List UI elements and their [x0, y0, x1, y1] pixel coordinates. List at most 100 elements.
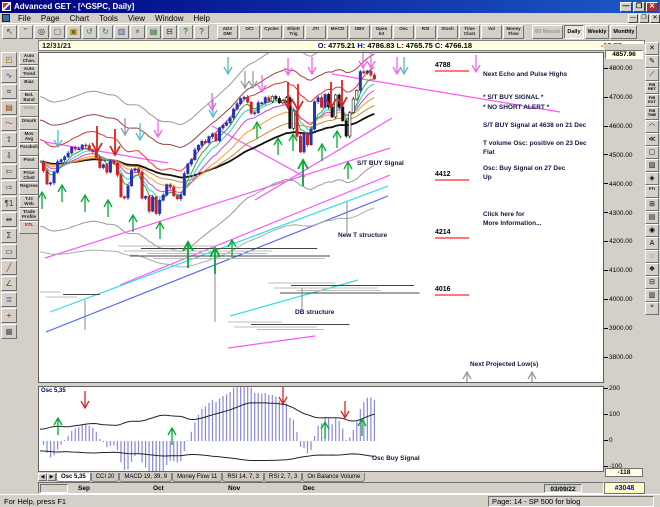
diamond-icon[interactable]: ◈: [645, 172, 659, 185]
oscillator-panel[interactable]: Osc 5,35: [38, 386, 604, 472]
study-button-time-clust[interactable]: Time Clust: [459, 25, 480, 39]
price-axis[interactable]: 4857.96 4800.00 4700.00 4600.00 4500.00 4400…: [604, 44, 645, 494]
fan-lines-icon[interactable]: ≪: [645, 133, 659, 146]
open-chart-icon[interactable]: ◰: [1, 52, 17, 67]
menu-view[interactable]: View: [123, 14, 150, 23]
paste-icon[interactable]: ▤: [146, 25, 161, 39]
ruler-icon[interactable]: ▤: [1, 100, 17, 115]
gann-fan-icon[interactable]: ◠: [645, 120, 659, 133]
tab-cci-20[interactable]: CCI 20: [90, 473, 120, 482]
child-restore-button[interactable]: ❐: [639, 13, 649, 23]
pti-icon[interactable]: PTI: [645, 185, 659, 198]
help-icon[interactable]: ?: [178, 25, 193, 39]
timeframe-60-minute[interactable]: 60 Minute: [532, 25, 564, 39]
timeframe-weekly[interactable]: Weekly: [584, 25, 610, 39]
arrow-down-icon[interactable]: ⇩: [1, 148, 17, 163]
tab-scroll-right[interactable]: ▶: [47, 473, 56, 481]
context-help-icon[interactable]: ?: [194, 25, 209, 39]
fib-time-icon[interactable]: FIB TME: [645, 107, 659, 120]
left-study-trade-profile[interactable]: Trade Profile: [19, 208, 39, 221]
left-study-pivot[interactable]: Pivot: [19, 156, 39, 169]
profile-icon[interactable]: ▤: [645, 211, 659, 224]
tab-osc-5-35[interactable]: Osc 5,35: [56, 473, 91, 482]
fib-time-icon[interactable]: ≣: [1, 292, 17, 307]
child-close-button[interactable]: ✕: [650, 13, 660, 23]
left-study-bias[interactable]: Bias: [19, 78, 39, 91]
study-button-rsi[interactable]: RSI: [415, 25, 436, 39]
timeframe-daily[interactable]: Daily: [564, 25, 584, 39]
minimize-button[interactable]: —: [620, 1, 632, 12]
child-minimize-button[interactable]: —: [628, 13, 638, 23]
close-button[interactable]: ✕: [646, 1, 658, 12]
close-study-icon[interactable]: ✕: [645, 42, 659, 55]
restore-button[interactable]: ❐: [633, 1, 645, 12]
new-page-icon[interactable]: ▢: [50, 25, 65, 39]
trendline-icon[interactable]: ⟋: [645, 68, 659, 81]
rectangle-icon[interactable]: ▢: [645, 146, 659, 159]
study-button-macd[interactable]: MACD: [327, 25, 348, 39]
copy-icon[interactable]: ▥: [114, 25, 129, 39]
arrow-up-icon[interactable]: ⇧: [1, 132, 17, 147]
menu-page[interactable]: Page: [36, 14, 65, 23]
study-button-osc[interactable]: Osc: [393, 25, 414, 39]
wave-tool-icon[interactable]: ∿: [1, 68, 17, 83]
prev-chart-icon[interactable]: ↺: [82, 25, 97, 39]
study-button-open-int[interactable]: Open Int: [371, 25, 392, 39]
left-study-auto-chan-[interactable]: Auto Chan.: [19, 52, 39, 65]
study-button-elliott-trig[interactable]: Elliott Trig: [283, 25, 304, 39]
study-button-money-flow[interactable]: Money Flow: [503, 25, 524, 39]
fib-extension-icon[interactable]: FIB EXT: [645, 94, 659, 107]
quick-study-icon[interactable]: ⌗: [1, 84, 17, 99]
zoom-icon[interactable]: ◎: [34, 25, 49, 39]
study-button-vol[interactable]: Vol: [481, 25, 502, 39]
paint-icon[interactable]: ❖: [645, 263, 659, 276]
print-icon[interactable]: ⊟: [162, 25, 177, 39]
tab-on-balance-volume[interactable]: On Balance Volume: [302, 473, 366, 482]
rectangle-icon[interactable]: ▭: [1, 244, 17, 259]
mob-icon[interactable]: ▨: [645, 159, 659, 172]
left-study-mov-avg[interactable]: Mov Avg: [19, 130, 39, 143]
left-study-regression[interactable]: Regression: [19, 182, 39, 195]
study-button-cycles[interactable]: Cycles: [261, 25, 282, 39]
study-button-stoch[interactable]: Stoch: [437, 25, 458, 39]
gann-icon[interactable]: ∠: [1, 276, 17, 291]
study-button-adx-dmi[interactable]: ADX DMI: [217, 25, 238, 39]
study-button-jti[interactable]: JTI: [305, 25, 326, 39]
expand-icon[interactable]: ⇹: [1, 212, 17, 227]
quote-page-icon[interactable]: ”: [18, 25, 33, 39]
left-study-delta[interactable]: Delta: [19, 104, 39, 117]
left-study-dmark[interactable]: Dmark: [19, 117, 39, 130]
crosshair-icon[interactable]: +: [1, 308, 17, 323]
pencil-icon[interactable]: ✎: [645, 55, 659, 68]
study-button-oci[interactable]: OCI: [239, 25, 260, 39]
chart-zoom-icon[interactable]: ◉: [645, 224, 659, 237]
menu-tools[interactable]: Tools: [94, 14, 123, 23]
menu-file[interactable]: File: [13, 14, 36, 23]
u-study-icon[interactable]: U: [645, 302, 659, 315]
lines-icon[interactable]: ╱: [1, 260, 17, 275]
tab-rsi-2-7-3[interactable]: RSI 2, 7, 3: [264, 473, 303, 482]
page-lock-icon[interactable]: ▣: [66, 25, 81, 39]
pages-icon[interactable]: ▥: [645, 289, 659, 302]
tab-money-flow-11[interactable]: Money Flow 11: [172, 473, 223, 482]
timeframe-monthly[interactable]: Monthly: [610, 25, 638, 39]
menu-help[interactable]: Help: [188, 14, 214, 23]
text-tool-icon[interactable]: A: [645, 237, 659, 250]
tab-scroll-left[interactable]: ◀: [38, 473, 47, 481]
magnifier-icon[interactable]: ◌: [645, 250, 659, 263]
elliott-icon[interactable]: 〜: [1, 116, 17, 131]
left-study-price-clust[interactable]: Price Clust: [19, 169, 39, 182]
menu-window[interactable]: Window: [150, 14, 188, 23]
paragraph-icon[interactable]: ¶1: [1, 196, 17, 211]
grid2-icon[interactable]: ⊟: [645, 276, 659, 289]
menu-chart[interactable]: Chart: [65, 14, 95, 23]
page-setup-icon[interactable]: ▦: [1, 324, 17, 339]
delete-icon[interactable]: ×: [130, 25, 145, 39]
tab-rsi-14-7-3[interactable]: RSI 14, 7, 3: [222, 473, 264, 482]
arrow-left-icon[interactable]: ⇦: [1, 164, 17, 179]
study-button-obv[interactable]: OBV: [349, 25, 370, 39]
fib-retrace-icon[interactable]: FIB RET: [645, 81, 659, 94]
grid-icon[interactable]: ⊞: [645, 198, 659, 211]
left-study-bol-band[interactable]: Bol. Band: [19, 91, 39, 104]
pointer-icon[interactable]: ↖: [2, 25, 17, 39]
